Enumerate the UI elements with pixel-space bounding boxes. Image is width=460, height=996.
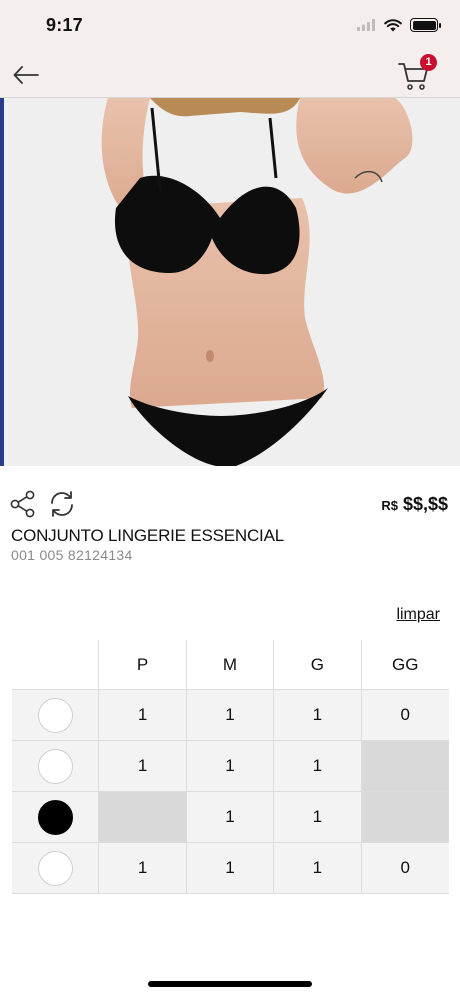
product-title: CONJUNTO LINGERIE ESSENCIAL — [11, 526, 284, 545]
quantity-cell[interactable]: 1 — [99, 690, 187, 741]
size-header: M — [186, 640, 275, 690]
quantity-cell[interactable]: 1 — [186, 792, 275, 843]
refresh-icon — [51, 491, 73, 517]
product-code: 001 005 82124134 — [11, 547, 133, 563]
grid-row: 1 1 1 — [12, 741, 449, 792]
share-button[interactable] — [10, 490, 38, 518]
quantity-cell[interactable]: 1 — [186, 843, 275, 894]
refresh-button[interactable] — [48, 490, 76, 518]
color-cell — [12, 690, 100, 741]
size-color-grid: P M G GG 1 1 1 0 1 1 1 1 1 1 1 1 0 — [12, 640, 449, 894]
product-photo-illustration — [0, 98, 460, 466]
image-edge-strip — [0, 98, 4, 466]
quantity-cell[interactable]: 0 — [361, 690, 449, 741]
grid-row: 1 1 1 0 — [12, 843, 449, 894]
unavailable-cell — [99, 792, 187, 843]
share-icon — [10, 490, 35, 518]
grid-row: 1 1 1 0 — [12, 690, 449, 741]
status-time: 9:17 — [46, 14, 83, 35]
product-price: R$ $$,$$ — [381, 494, 448, 515]
status-bar: 9:17 — [0, 0, 460, 50]
status-icons — [357, 18, 441, 32]
color-swatch-white[interactable] — [37, 697, 73, 733]
color-swatch-white[interactable] — [37, 850, 73, 886]
wifi-icon — [384, 18, 402, 31]
unavailable-cell — [361, 792, 449, 843]
product-image[interactable] — [0, 98, 460, 466]
color-swatch-black[interactable] — [37, 799, 73, 835]
color-swatch-white[interactable] — [37, 748, 73, 784]
size-header: P — [99, 640, 187, 690]
quantity-cell[interactable]: 1 — [186, 690, 275, 741]
color-cell — [12, 792, 100, 843]
quantity-cell[interactable]: 1 — [274, 792, 362, 843]
quantity-cell[interactable]: 1 — [99, 843, 187, 894]
grid-row: 1 1 — [12, 792, 449, 843]
cart-count-badge: 1 — [420, 54, 437, 71]
battery-icon — [410, 18, 441, 32]
cart-button[interactable]: 1 — [396, 54, 440, 92]
quantity-cell[interactable]: 1 — [274, 843, 362, 894]
quantity-cell[interactable]: 0 — [361, 843, 449, 894]
size-header: GG — [361, 640, 449, 690]
clear-selection-link[interactable]: limpar — [396, 606, 440, 624]
price-currency: R$ — [381, 498, 398, 513]
quantity-cell[interactable]: 1 — [274, 741, 362, 792]
color-cell — [12, 741, 100, 792]
color-cell — [12, 843, 100, 894]
quantity-cell[interactable]: 1 — [274, 690, 362, 741]
signal-icon — [357, 19, 375, 31]
price-value: $$,$$ — [402, 494, 448, 514]
grid-corner — [12, 640, 100, 690]
size-header: G — [274, 640, 362, 690]
unavailable-cell — [361, 741, 449, 792]
size-header-row: P M G GG — [12, 640, 449, 690]
quantity-cell[interactable]: 1 — [186, 741, 275, 792]
home-indicator[interactable] — [148, 981, 312, 987]
arrow-left-icon — [13, 66, 39, 84]
quantity-cell[interactable]: 1 — [99, 741, 187, 792]
back-button[interactable] — [10, 60, 42, 90]
